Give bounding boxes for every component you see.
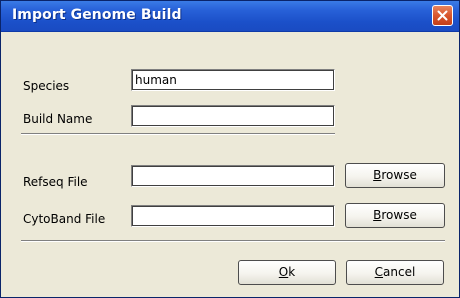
separator [21, 240, 445, 242]
build-name-label: Build Name [23, 112, 93, 126]
cytoband-file-field[interactable] [131, 205, 335, 227]
close-icon [437, 10, 448, 21]
species-input[interactable] [134, 72, 333, 88]
close-button[interactable] [432, 5, 453, 26]
refseq-file-input[interactable] [134, 168, 333, 184]
dialog-body: Species Build Name Refseq File Browse Cy… [1, 32, 459, 297]
browse-refseq-button[interactable]: Browse [345, 163, 445, 188]
species-field[interactable] [131, 69, 335, 91]
import-genome-build-dialog: Import Genome Build Species Build Name R… [0, 0, 460, 298]
build-name-field[interactable] [131, 105, 335, 127]
build-name-input[interactable] [134, 108, 333, 124]
title-bar[interactable]: Import Genome Build [1, 1, 459, 32]
cytoband-file-label: CytoBand File [23, 212, 106, 226]
refseq-file-label: Refseq File [23, 175, 88, 189]
ok-button[interactable]: Ok [238, 260, 336, 285]
window-title: Import Genome Build [12, 7, 182, 23]
browse-cytoband-button[interactable]: Browse [345, 203, 445, 228]
cancel-button[interactable]: Cancel [346, 260, 444, 285]
separator [21, 133, 335, 135]
species-label: Species [23, 79, 70, 93]
cytoband-file-input[interactable] [134, 208, 333, 224]
refseq-file-field[interactable] [131, 165, 335, 187]
